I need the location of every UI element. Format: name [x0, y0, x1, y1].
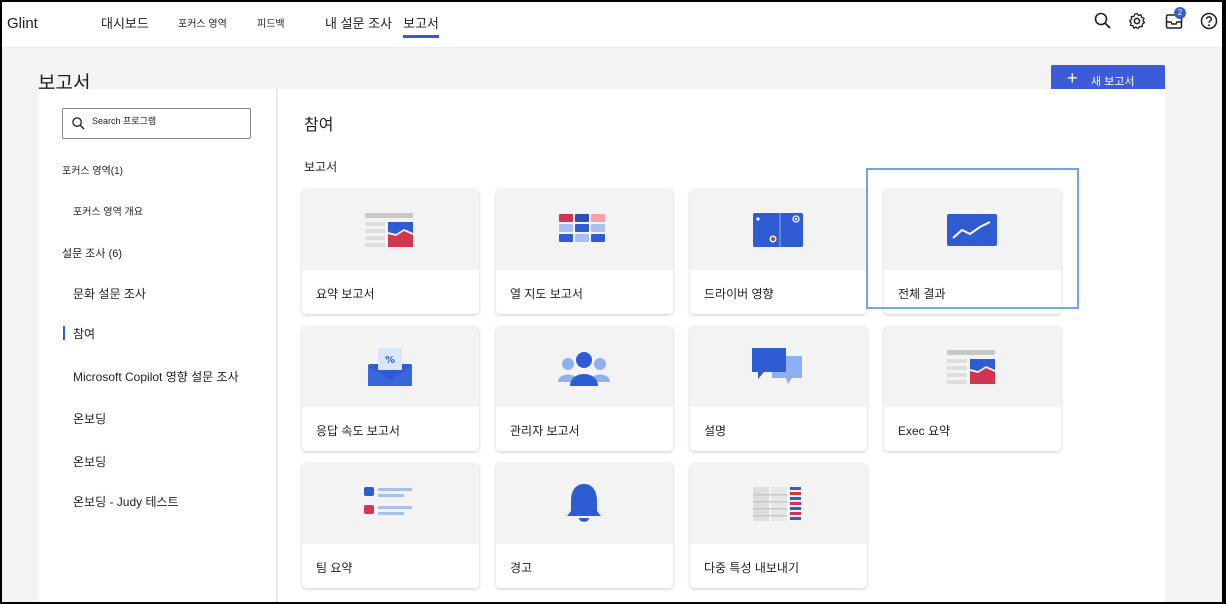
card-label: 드라이버 영향 [704, 287, 774, 301]
response-rate-icon: % [368, 348, 412, 386]
tab-my-surveys[interactable]: 내 설문 조사 [325, 13, 392, 37]
svg-text:%: % [385, 355, 395, 366]
search-icon [72, 117, 85, 130]
help-icon[interactable] [1199, 11, 1219, 31]
focus-section-heading: 포커스 영역(1) [62, 166, 123, 177]
card-multi-attribute-export[interactable]: 다중 특성 내보내기 [690, 463, 867, 588]
sidebar-item-culture-survey[interactable]: 문화 설문 조사 [73, 285, 146, 302]
card-manager-report[interactable]: 관리자 보고서 [496, 326, 673, 451]
exec-summary-icon [947, 350, 995, 384]
alert-bell-icon [567, 484, 601, 522]
notification-badge: 2 [1174, 7, 1186, 19]
card-label: 설명 [704, 424, 727, 438]
survey-section-heading: 설문 조사 (6) [62, 248, 123, 260]
survey-title: 참여 [304, 117, 334, 134]
card-alerts[interactable]: 경고 [496, 463, 673, 588]
search-icon[interactable] [1093, 11, 1113, 31]
tab-dashboard[interactable]: 대시보드 [101, 13, 149, 37]
sidebar-item-onboarding-2[interactable]: 온보딩 [73, 453, 106, 470]
card-heatmap-report[interactable]: 열 지도 보고서 [496, 189, 673, 314]
gear-icon[interactable] [1127, 11, 1147, 31]
search-placeholder: Search 프로그램 [92, 116, 157, 126]
card-label: 관리자 보고서 [510, 424, 580, 438]
heatmap-icon [559, 214, 605, 242]
tab-feedback[interactable]: 피드백 [257, 15, 285, 39]
app-window: Glint 대시보드 포커스 영역 피드백 내 설문 조사 보고서 2 보고서 … [2, 2, 1222, 602]
card-label: Exec 요약 [898, 424, 951, 438]
reports-heading: 보고서 [304, 160, 338, 174]
card-label: 경고 [510, 561, 533, 575]
card-label: 요약 보고서 [316, 287, 375, 301]
card-exec-summary[interactable]: Exec 요약 [884, 326, 1061, 451]
card-label: 열 지도 보고서 [510, 287, 583, 301]
card-label: 다중 특성 내보내기 [704, 561, 799, 575]
selection-highlight [866, 168, 1079, 309]
card-response-rate-report[interactable]: % 응답 속도 보고서 [302, 326, 479, 451]
card-team-summary[interactable]: 팀 요약 [302, 463, 479, 588]
sidebar-item-onboarding-judy-test[interactable]: 온보딩 - Judy 테스트 [73, 493, 179, 510]
sidebar-item-engagement[interactable]: 참여 [62, 325, 95, 342]
new-report-label: 새 보고서 [1091, 76, 1135, 88]
plus-icon: + [1067, 68, 1078, 88]
sidebar-item-copilot-survey[interactable]: Microsoft Copilot 영향 설문 조사 [73, 368, 239, 385]
manager-group-icon [558, 352, 610, 386]
report-content: 참여 보고서 요약 보고서 열 지도 보고서 드라이버 영향 전체 결과 % 응… [278, 89, 1165, 602]
team-summary-icon [364, 487, 412, 515]
card-summary-report[interactable]: 요약 보고서 [302, 189, 479, 314]
tab-focus-areas[interactable]: 포커스 영역 [178, 15, 227, 39]
sidebar-item-focus-overview[interactable]: 포커스 영역 개요 [73, 203, 143, 218]
summary-report-icon [365, 213, 413, 247]
report-sidebar: Search 프로그램 포커스 영역(1) 포커스 영역 개요 설문 조사 (6… [38, 89, 277, 602]
app-logo[interactable]: Glint [7, 15, 38, 32]
card-label: 응답 속도 보고서 [316, 424, 400, 438]
comments-icon [752, 348, 802, 384]
card-driver-impact[interactable]: 드라이버 영향 [690, 189, 867, 314]
search-input[interactable]: Search 프로그램 [62, 108, 251, 139]
card-comments[interactable]: 설명 [690, 326, 867, 451]
multi-attribute-export-icon [753, 487, 801, 521]
sidebar-item-onboarding-1[interactable]: 온보딩 [73, 410, 106, 427]
tab-reports[interactable]: 보고서 [403, 13, 439, 38]
top-nav: Glint 대시보드 포커스 영역 피드백 내 설문 조사 보고서 2 [2, 2, 1222, 48]
driver-impact-icon [753, 213, 803, 247]
card-label: 팀 요약 [316, 561, 353, 575]
